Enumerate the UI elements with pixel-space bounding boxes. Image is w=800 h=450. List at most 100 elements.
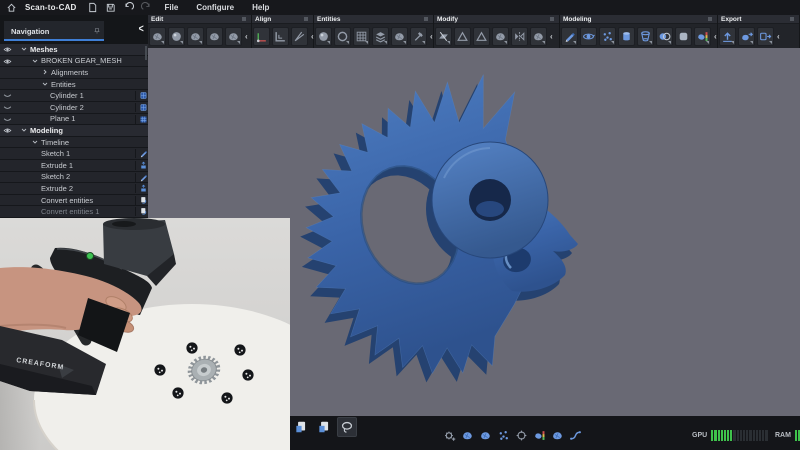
menu-configure[interactable]: Configure xyxy=(190,3,240,12)
chevron-down-icon[interactable] xyxy=(41,80,49,88)
sphere-entity-button[interactable] xyxy=(315,27,332,46)
circle-entity-button[interactable] xyxy=(334,27,351,46)
panel-header: Navigation < xyxy=(0,15,148,44)
chevron-down-icon[interactable] xyxy=(20,45,28,53)
save-icon[interactable] xyxy=(105,2,117,14)
new-file-icon[interactable] xyxy=(87,2,99,14)
pin-icon[interactable] xyxy=(93,22,101,30)
redo-icon[interactable] xyxy=(141,2,153,14)
extrude-type-icon xyxy=(135,161,144,170)
blob-mod-button[interactable] xyxy=(492,27,509,46)
mesh-solid-icon[interactable] xyxy=(551,429,564,442)
panel-collapse-button[interactable]: < xyxy=(138,23,143,35)
tree-item-convert-entities[interactable]: Convert entities xyxy=(0,195,148,207)
mesh-erase-button[interactable] xyxy=(206,27,223,46)
panel-scrollbar[interactable] xyxy=(145,46,147,60)
tree-item-label: Cylinder 1 xyxy=(50,91,84,100)
visibility-on-icon[interactable] xyxy=(3,126,12,135)
tree-item-broken-gear-mesh[interactable]: BROKEN GEAR_MESH xyxy=(0,56,148,68)
visibility-on-icon[interactable] xyxy=(3,57,12,66)
plane-cut-button[interactable] xyxy=(435,27,452,46)
tree-item-meshes[interactable]: Meshes xyxy=(0,44,148,56)
mesh-select-button[interactable] xyxy=(168,27,185,46)
tree-item-label: Cylinder 2 xyxy=(50,103,84,112)
sketch-tool-button[interactable] xyxy=(561,27,578,46)
toolbar-section-edit: Edit ‹ xyxy=(148,15,252,48)
surface-tool-button[interactable] xyxy=(675,27,692,46)
visibility-on-icon[interactable] xyxy=(3,45,12,54)
tree-item-label: Sketch 1 xyxy=(41,149,70,158)
revolve-tool-button[interactable] xyxy=(580,27,597,46)
angle-align-button[interactable] xyxy=(291,27,308,46)
export-scan-button[interactable] xyxy=(738,27,755,46)
menu-help[interactable]: Help xyxy=(246,3,275,12)
tree-item-entities[interactable]: Entities xyxy=(0,79,148,91)
section-collapse-button[interactable]: ‹ xyxy=(429,32,434,41)
tree-item-convert-entities-1[interactable]: Convert entities 1 xyxy=(0,206,148,218)
tab-navigation[interactable]: Navigation xyxy=(4,21,104,41)
mirror-mod-button[interactable] xyxy=(511,27,528,46)
plane-align-button[interactable] xyxy=(272,27,289,46)
export-mesh-button[interactable] xyxy=(719,27,736,46)
section-collapse-button[interactable]: ‹ xyxy=(244,32,249,41)
chevron-down-icon[interactable] xyxy=(31,57,39,65)
scan-to-cad-app: Scan-to-CAD File Configure Help Edit ‹Al… xyxy=(0,0,800,450)
tree-item-sketch-2[interactable]: Sketch 2 xyxy=(0,172,148,184)
display-tools xyxy=(443,429,582,442)
tree-item-extrude-1[interactable]: Extrude 1 xyxy=(0,160,148,172)
copy-selection-button[interactable] xyxy=(291,417,311,437)
section-collapse-button[interactable]: ‹ xyxy=(713,32,718,41)
visibility-off-icon[interactable] xyxy=(3,115,12,124)
axe-entity-button[interactable] xyxy=(410,27,427,46)
tree-item-label: Convert entities 1 xyxy=(41,207,99,216)
tree-item-modeling[interactable]: Modeling xyxy=(0,125,148,137)
chevron-down-icon[interactable] xyxy=(20,126,28,134)
triangle-label-button[interactable] xyxy=(454,27,471,46)
cylinder-tool-button[interactable] xyxy=(618,27,635,46)
spline-icon[interactable] xyxy=(569,429,582,442)
tree-item-sketch-1[interactable]: Sketch 1 xyxy=(0,148,148,160)
selection-tools xyxy=(291,417,357,437)
layers-entity-button[interactable] xyxy=(372,27,389,46)
colormap-tool-button[interactable] xyxy=(694,27,711,46)
chevron-down-icon[interactable] xyxy=(31,138,39,146)
model-tree: MeshesBROKEN GEAR_MESHAlignmentsEntities… xyxy=(0,44,148,218)
visibility-off-icon[interactable] xyxy=(3,91,12,100)
undo-icon[interactable] xyxy=(123,2,135,14)
mesh-brush-button[interactable] xyxy=(149,27,166,46)
scanner-led xyxy=(87,253,94,260)
boolean-tool-button[interactable] xyxy=(656,27,673,46)
mesh-points-icon[interactable] xyxy=(497,429,510,442)
home-icon[interactable] xyxy=(5,2,17,14)
tree-item-timeline[interactable]: Timeline xyxy=(0,137,148,149)
colormap-icon[interactable] xyxy=(533,429,546,442)
settings-gear-icon[interactable] xyxy=(443,429,456,442)
paste-selection-button[interactable] xyxy=(314,417,334,437)
loft-tool-button[interactable] xyxy=(637,27,654,46)
mesh-region-button[interactable] xyxy=(187,27,204,46)
menu-file[interactable]: File xyxy=(159,3,185,12)
points-tool-button[interactable] xyxy=(599,27,616,46)
axes-align-button[interactable] xyxy=(253,27,270,46)
mesh-fill-button[interactable] xyxy=(225,27,242,46)
export-cad-button[interactable] xyxy=(757,27,774,46)
patch-entity-button[interactable] xyxy=(391,27,408,46)
tree-item-extrude-2[interactable]: Extrude 2 xyxy=(0,183,148,195)
active-tab-underline xyxy=(4,39,104,41)
tree-item-alignments[interactable]: Alignments xyxy=(0,67,148,79)
tree-item-cylinder-1[interactable]: Cylinder 1 xyxy=(0,90,148,102)
lasso-selection-button[interactable] xyxy=(337,417,357,437)
visibility-off-icon[interactable] xyxy=(3,103,12,112)
tree-item-cylinder-2[interactable]: Cylinder 2 xyxy=(0,102,148,114)
convert-type-icon xyxy=(135,196,144,205)
target-icon[interactable] xyxy=(515,429,528,442)
grid-entity-button[interactable] xyxy=(353,27,370,46)
tree-item-plane-1[interactable]: Plane 1 xyxy=(0,114,148,126)
section-collapse-button[interactable]: ‹ xyxy=(776,32,781,41)
section-collapse-button[interactable]: ‹ xyxy=(549,32,554,41)
mesh-flat-icon[interactable] xyxy=(479,429,492,442)
triangle-mod-button[interactable] xyxy=(473,27,490,46)
chevron-right-icon[interactable] xyxy=(41,68,49,76)
mesh-smooth-icon[interactable] xyxy=(461,429,474,442)
smooth-mod-button[interactable] xyxy=(530,27,547,46)
